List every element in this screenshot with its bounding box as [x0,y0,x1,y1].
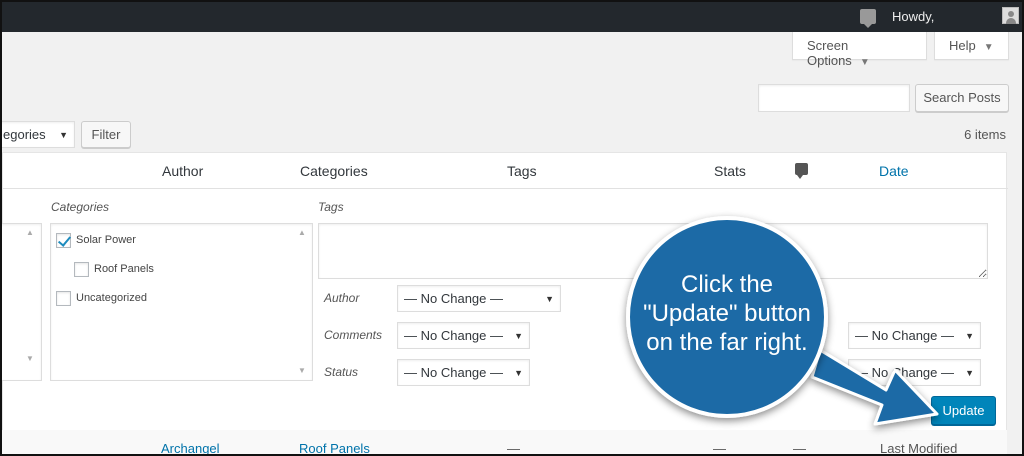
howdy-text[interactable]: Howdy, [892,9,934,24]
search-posts-button[interactable]: Search Posts [915,84,1009,112]
filter-button[interactable]: Filter [81,121,131,148]
caret-down-icon: ▼ [965,368,974,378]
screen-options-button[interactable]: Screen Options ▼ [792,32,927,68]
category-filter-select[interactable]: egories ▼ [2,121,75,148]
caret-down-icon: ▼ [965,331,974,341]
row-category-link[interactable]: Roof Panels [299,441,370,454]
category-option-label: Uncategorized [76,292,147,304]
callout-line: Click the [680,271,774,298]
comments-select[interactable]: — No Change — ▼ [397,322,530,349]
category-filter-value: egories [3,127,46,142]
row-author-link[interactable]: Archangel [161,441,220,454]
scroll-down-icon[interactable]: ▼ [298,366,306,375]
author-select-value: — No Change — [404,291,503,306]
callout-line: on the far right. [646,329,808,356]
status-label: Status [324,365,359,379]
scroll-up-icon[interactable]: ▲ [298,228,306,237]
category-option-label: Roof Panels [94,263,154,275]
pings-select-value: — No Change — [855,328,954,343]
caret-down-icon: ▼ [514,368,523,378]
table-row [2,430,1007,454]
author-select[interactable]: — No Change — ▼ [397,285,561,312]
checkbox-roof-panels[interactable] [74,262,89,277]
scroll-up-icon[interactable]: ▲ [26,228,34,237]
column-stats: Stats [714,163,746,179]
help-label: Help [949,38,976,53]
status-select[interactable]: — No Change — ▼ [397,359,530,386]
caret-down-icon: ▼ [983,42,994,53]
row-stats: — [713,441,726,456]
comment-bubble-icon[interactable] [795,163,808,179]
update-button[interactable]: Update [931,396,996,425]
checkbox-solar-power[interactable] [56,233,71,248]
avatar-icon[interactable] [1002,7,1019,24]
left-scroll-box[interactable]: ▲ ▼ [2,223,42,381]
items-count: 6 items [964,127,1006,142]
screenshot-frame: Howdy, Screen Options ▼ Help ▼ Search Post… [0,0,1024,456]
pings-select[interactable]: — No Change — ▼ [848,322,981,349]
caret-down-icon: ▼ [514,331,523,341]
row-tags: — [507,441,520,456]
search-input[interactable] [758,84,910,112]
comments-label: Comments [324,328,383,342]
author-label: Author [324,291,360,305]
callout-line: "Update" button [643,300,811,327]
column-categories: Categories [300,163,368,179]
status-select-value: — No Change — [404,365,503,380]
caret-down-icon: ▼ [545,294,554,304]
screen-options-label: Screen Options [807,38,852,68]
column-author: Author [162,163,204,179]
row-comments: — [793,441,806,456]
column-tags: Tags [507,163,537,179]
scroll-down-icon[interactable]: ▼ [26,354,34,363]
help-button[interactable]: Help ▼ [934,32,1009,60]
category-option-label: Solar Power [76,234,136,246]
checkbox-uncategorized[interactable] [56,291,71,306]
categories-label: Categories [51,200,110,214]
admin-bar: Howdy, [2,2,1022,32]
row-date: Last Modified [880,441,958,456]
sticky-select[interactable]: — No Change — ▼ [848,359,981,386]
tags-label: Tags [318,200,344,214]
caret-down-icon: ▼ [859,57,870,68]
comments-select-value: — No Change — [404,328,503,343]
sticky-select-value: — No Change — [855,365,954,380]
callout-text: Click the "Update" button on the far rig… [614,270,840,357]
caret-down-icon: ▼ [59,130,68,140]
table-header: Author Categories Tags Stats Date [3,153,1008,189]
comment-icon[interactable] [860,9,876,28]
column-date[interactable]: Date [879,163,909,179]
